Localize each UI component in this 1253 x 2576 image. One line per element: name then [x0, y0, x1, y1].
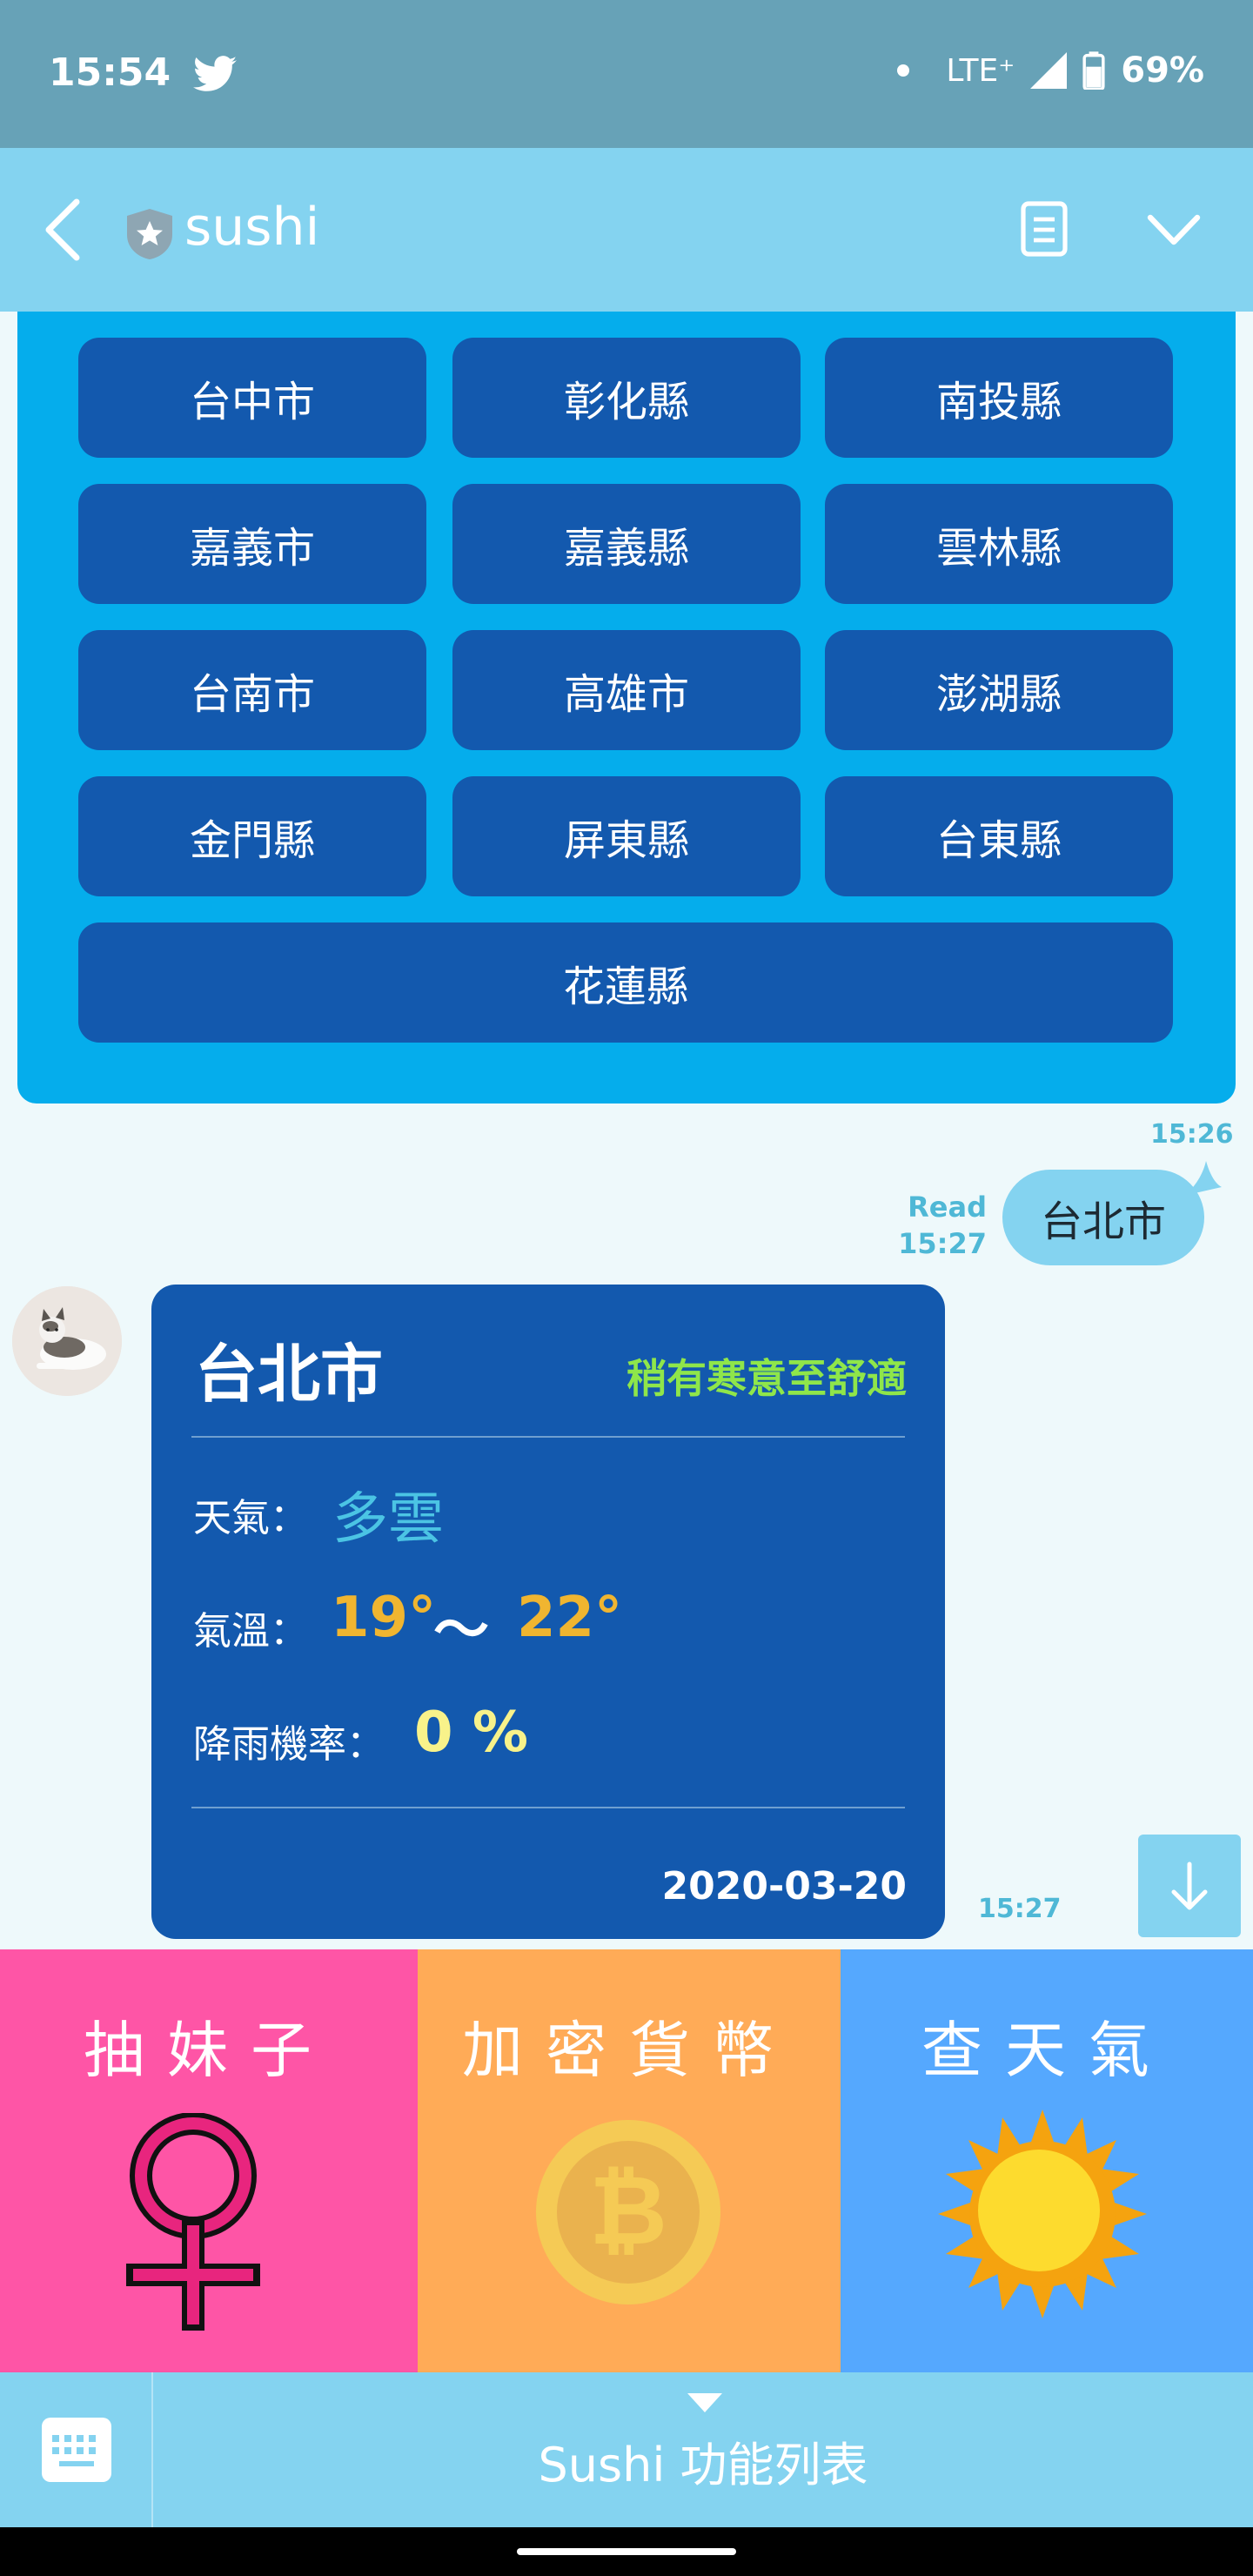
menu-item-label: 抽妹子 [84, 2015, 334, 2086]
weather-city: 台北市 [195, 1338, 384, 1411]
keyboard-icon [42, 2418, 111, 2482]
city-button[interactable]: 嘉義縣 [452, 484, 801, 604]
city-button[interactable]: 屏東縣 [452, 776, 801, 896]
network-type: LTE⁺ [946, 52, 1015, 89]
divider [191, 1807, 905, 1808]
caret-down-icon [687, 2393, 722, 2412]
city-button[interactable]: 金門縣 [78, 776, 426, 896]
city-button[interactable]: 南投縣 [825, 338, 1173, 458]
chevron-down-icon[interactable] [1147, 212, 1201, 247]
svg-text:₿: ₿ [589, 2155, 667, 2266]
city-button[interactable]: 高雄市 [452, 630, 801, 750]
user-message-bubble[interactable]: 台北市 [1002, 1170, 1204, 1265]
city-button[interactable]: 台東縣 [825, 776, 1173, 896]
menu-item-girls[interactable]: 抽妹子 [0, 1949, 418, 2372]
home-indicator[interactable] [517, 2548, 736, 2555]
status-bar: 15:54 LTE⁺ 69% [0, 0, 1253, 148]
chat-title: sushi [184, 197, 320, 258]
city-button[interactable]: 花蓮縣 [78, 922, 1173, 1043]
rich-menu-toggle[interactable]: Sushi 功能列表 [153, 2372, 1253, 2527]
divider [191, 1436, 905, 1438]
official-shield-icon [127, 209, 172, 259]
female-symbol-icon [126, 2113, 260, 2331]
signal-icon [1030, 52, 1068, 89]
read-label: Read [908, 1191, 987, 1224]
chat-header: sushi [0, 148, 1253, 312]
back-arrow-icon[interactable] [38, 197, 84, 263]
scroll-to-bottom-button[interactable] [1138, 1835, 1241, 1937]
weather-feel: 稍有寒意至舒適 [626, 1355, 907, 1402]
battery-percent: 69% [1121, 50, 1204, 91]
city-button[interactable]: 嘉義市 [78, 484, 426, 604]
keyboard-button[interactable] [0, 2372, 153, 2527]
weather-label: 天氣： [193, 1496, 308, 1540]
message-time: 15:26 [1150, 1119, 1234, 1150]
bot-avatar[interactable] [12, 1286, 122, 1396]
status-time: 15:54 [49, 50, 171, 95]
rain-value: 0 % [414, 1701, 528, 1765]
menu-item-label: 查天氣 [921, 2015, 1172, 2086]
rain-label: 降雨機率： [193, 1722, 385, 1767]
menu-item-crypto[interactable]: 加密貨幣 ₿ [418, 1949, 841, 2372]
rich-menu-label: Sushi 功能列表 [538, 2438, 868, 2492]
notification-dot-icon [897, 64, 910, 77]
temperature-label: 氣溫： [193, 1609, 308, 1654]
twitter-icon [193, 56, 237, 91]
city-button[interactable]: 台南市 [78, 630, 426, 750]
notes-icon[interactable] [1020, 200, 1069, 258]
weather-date: 2020-03-20 [661, 1864, 907, 1909]
temperature-tilde: ～ [433, 1599, 489, 1663]
sun-icon [938, 2110, 1147, 2318]
city-button[interactable]: 台中市 [78, 338, 426, 458]
menu-item-label: 加密貨幣 [462, 2015, 796, 2086]
city-button[interactable]: 澎湖縣 [825, 630, 1173, 750]
battery-icon [1082, 51, 1105, 90]
arrow-down-icon [1171, 1862, 1208, 1910]
city-button[interactable]: 彰化縣 [452, 338, 801, 458]
temperature-low: 19° [331, 1586, 437, 1650]
temperature-high: 22° [517, 1586, 623, 1650]
city-button[interactable]: 雲林縣 [825, 484, 1173, 604]
rich-menu: 抽妹子 加密貨幣 ₿ 查天氣 [0, 1949, 1253, 2372]
chat-area[interactable]: 台中市 彰化縣 南投縣 嘉義市 嘉義縣 雲林縣 台南市 高雄市 澎湖縣 金門縣 … [0, 312, 1253, 1949]
message-time: 15:27 [898, 1227, 987, 1260]
cat-avatar-icon [12, 1286, 122, 1396]
bitcoin-icon: ₿ [536, 2120, 720, 2304]
city-selection-card: 台中市 彰化縣 南投縣 嘉義市 嘉義縣 雲林縣 台南市 高雄市 澎湖縣 金門縣 … [17, 312, 1236, 1104]
weather-card[interactable]: 台北市 稍有寒意至舒適 天氣： 多雲 氣溫： 19° ～ 22° 降雨機率： 0… [151, 1285, 945, 1939]
weather-value: 多雲 [332, 1487, 444, 1552]
system-nav-bar [0, 2527, 1253, 2576]
read-receipt: Read 15:27 [895, 1189, 987, 1262]
message-time: 15:27 [978, 1894, 1062, 1924]
status-right: LTE⁺ 69% [897, 50, 1204, 91]
bottom-bar: Sushi 功能列表 [0, 2372, 1253, 2527]
menu-item-weather[interactable]: 查天氣 [841, 1949, 1253, 2372]
